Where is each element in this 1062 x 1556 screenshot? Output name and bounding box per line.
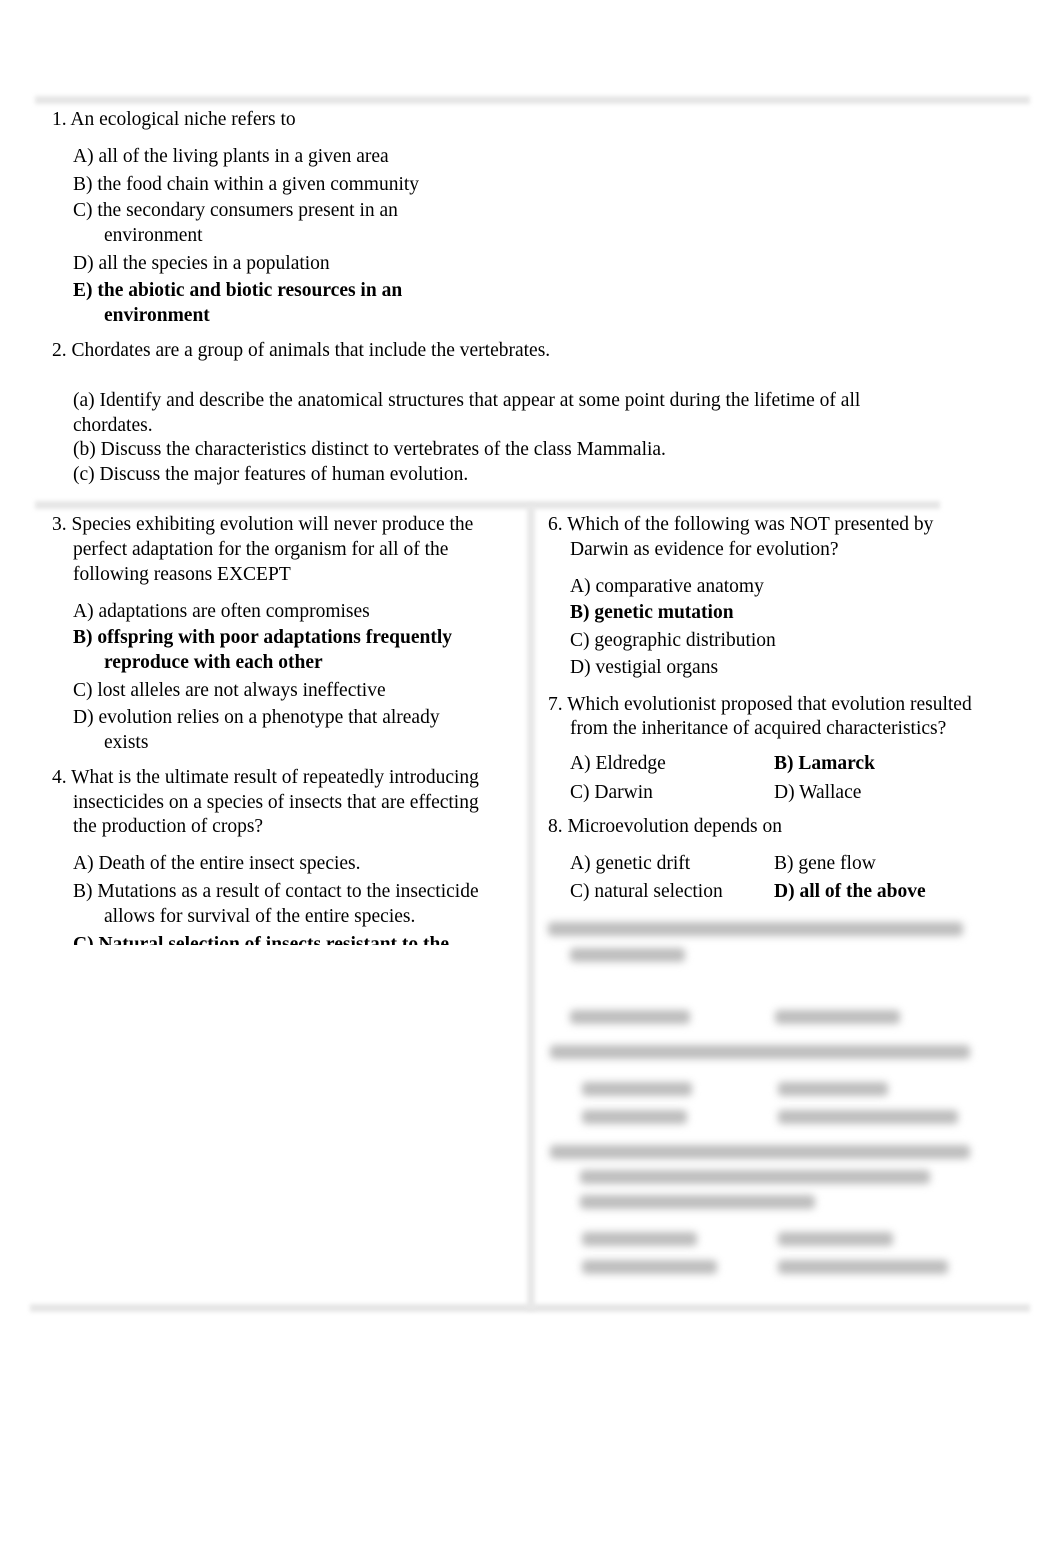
option-b: B) Mutations as a result of contact to t… xyxy=(73,881,479,902)
question-stem-cont: perfect adaptation for the organism for … xyxy=(73,539,449,560)
question-stem: 7. Which evolutionist proposed that evol… xyxy=(548,694,972,715)
option-a: A) Eldredge xyxy=(570,753,666,774)
option-d: D) all the species in a population xyxy=(73,253,330,274)
question-stem-cont: from the inheritance of acquired charact… xyxy=(570,718,947,739)
option-c: C) natural selection xyxy=(570,881,723,902)
option-b-correct: B) offspring with poor adaptations frequ… xyxy=(73,627,453,648)
question-stem-cont: following reasons EXCEPT xyxy=(73,564,291,585)
option-e-cont: environment xyxy=(104,305,210,326)
option-c: C) lost alleles are not always ineffecti… xyxy=(73,680,386,701)
option-d: D) evolution relies on a phenotype that … xyxy=(73,707,440,728)
option-a: A) comparative anatomy xyxy=(570,576,764,597)
question-stem-cont: the production of crops? xyxy=(73,816,264,837)
part-c: (c) Discuss the major features of human … xyxy=(73,464,469,485)
part-a-cont: chordates. xyxy=(73,415,153,436)
option-a: A) adaptations are often compromises xyxy=(73,601,370,622)
option-b: B) the food chain within a given communi… xyxy=(73,174,420,195)
option-d-cont: exists xyxy=(104,732,149,753)
option-c: C) Darwin xyxy=(570,782,653,803)
question-stem: 6. Which of the following was NOT presen… xyxy=(548,514,934,535)
question-stem: 2. Chordates are a group of animals that… xyxy=(52,340,551,361)
option-e-correct: E) the abiotic and biotic resources in a… xyxy=(73,280,403,301)
question-stem: 4. What is the ultimate result of repeat… xyxy=(52,767,479,788)
question-stem: 3. Species exhibiting evolution will nev… xyxy=(52,514,474,535)
option-b-cont: reproduce with each other xyxy=(104,652,323,673)
option-b-cont: allows for survival of the entire specie… xyxy=(104,906,416,927)
divider-middle xyxy=(35,501,940,509)
option-b-correct: B) genetic mutation xyxy=(570,602,734,623)
part-a: (a) Identify and describe the anatomical… xyxy=(73,390,861,411)
question-stem: 8. Microevolution depends on xyxy=(548,816,782,837)
divider-top xyxy=(35,96,1030,104)
option-c: C) geographic distribution xyxy=(570,630,776,651)
column-divider xyxy=(527,505,535,1310)
option-d: D) vestigial organs xyxy=(570,657,719,678)
option-b: B) gene flow xyxy=(774,853,876,874)
question-stem-cont: insecticides on a species of insects tha… xyxy=(73,792,479,813)
part-b: (b) Discuss the characteristics distinct… xyxy=(73,439,666,460)
option-d-correct: D) all of the above xyxy=(774,881,926,902)
question-stem-cont: Darwin as evidence for evolution? xyxy=(570,539,839,560)
option-c: C) the secondary consumers present in an xyxy=(73,200,398,221)
option-a: A) Death of the entire insect species. xyxy=(73,853,361,874)
question-stem: 1. An ecological niche refers to xyxy=(52,109,296,130)
option-a: A) genetic drift xyxy=(570,853,691,874)
option-c-clipped: C) Natural selection of insects resistan… xyxy=(73,934,450,945)
option-a: A) all of the living plants in a given a… xyxy=(73,146,389,167)
option-d: D) Wallace xyxy=(774,782,862,803)
option-c-cont: environment xyxy=(104,225,203,246)
option-b-correct: B) Lamarck xyxy=(774,753,875,774)
